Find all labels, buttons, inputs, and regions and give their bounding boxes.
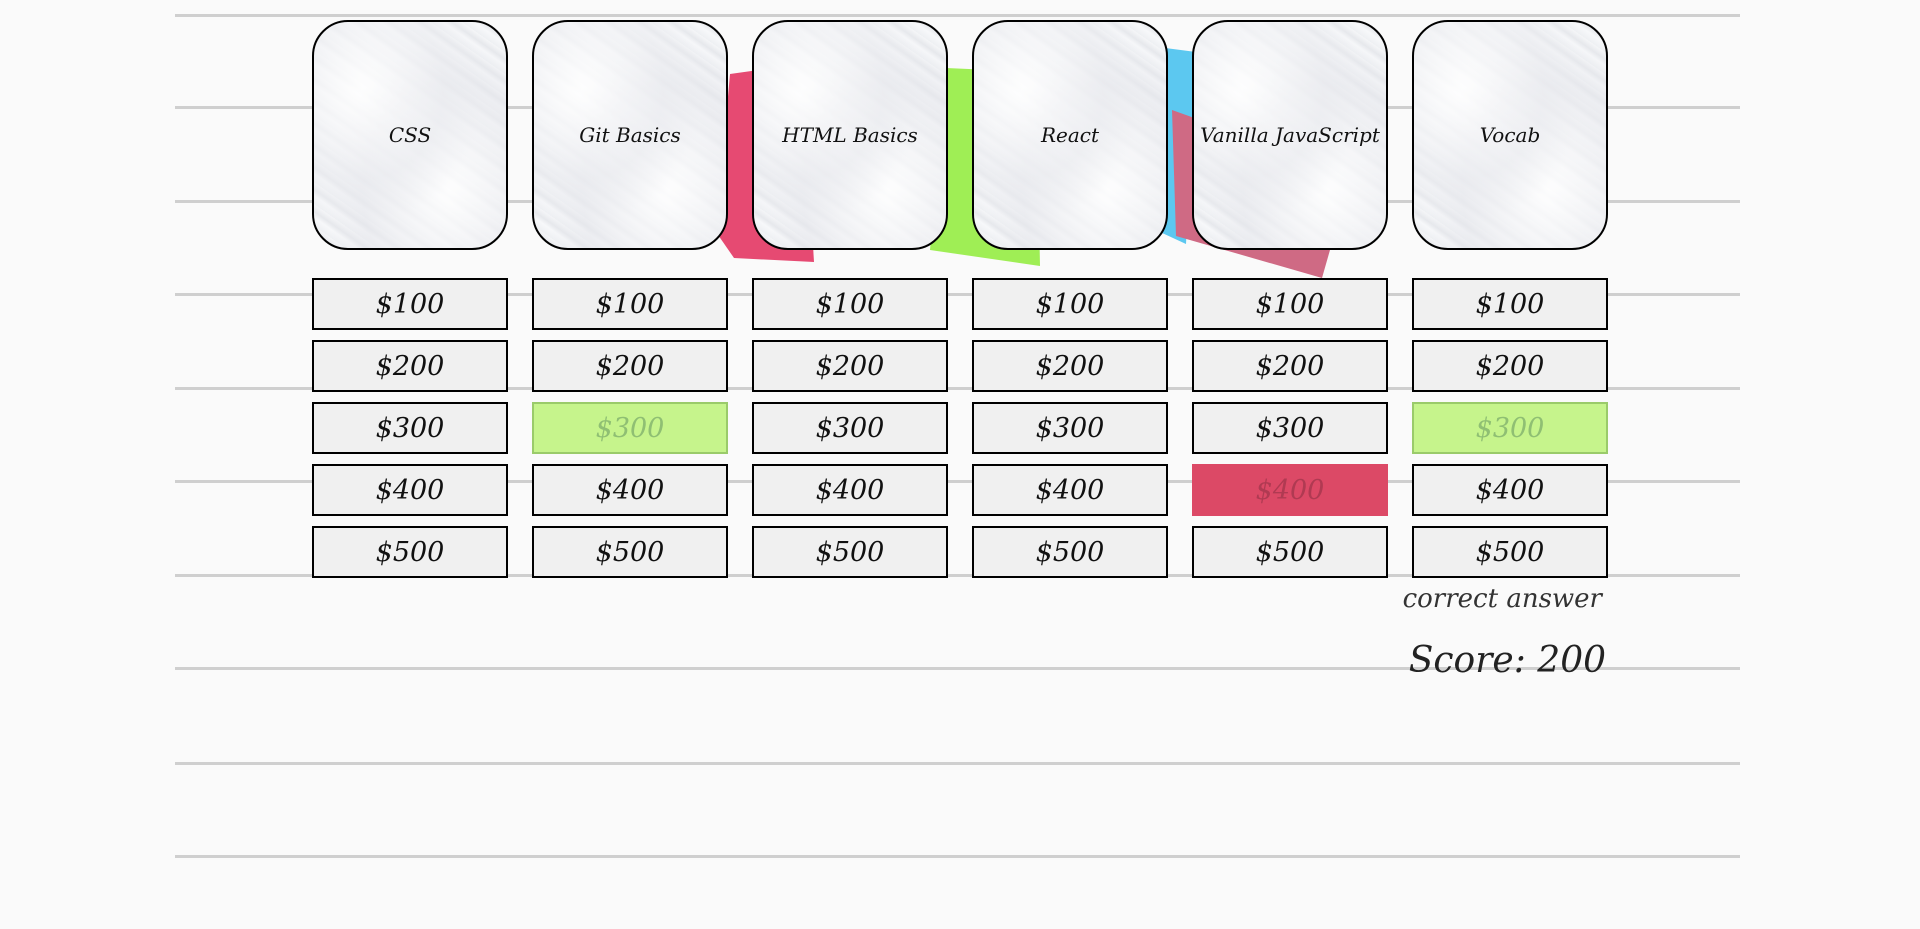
- category-card: CSS: [312, 20, 508, 250]
- clue-list: $100 $200 $300 $400 $500: [1192, 278, 1388, 578]
- category-title: Vocab: [1479, 123, 1541, 147]
- clue-tile[interactable]: $100: [312, 278, 508, 330]
- clue-list: $100 $200 $300 $400 $500: [532, 278, 728, 578]
- score-display: Score: 200: [1408, 640, 1606, 681]
- category-column: CSS $100 $200 $300 $400 $500: [312, 20, 508, 578]
- clue-tile[interactable]: $500: [972, 526, 1168, 578]
- clue-tile[interactable]: $200: [1412, 340, 1608, 392]
- clue-tile[interactable]: $200: [752, 340, 948, 392]
- clue-tile[interactable]: $200: [312, 340, 508, 392]
- game-board: CSS $100 $200 $300 $400 $500 Git Basics $100 $20…: [312, 20, 1608, 578]
- clue-list: $100 $200 $300 $400 $500: [752, 278, 948, 578]
- category-title: Git Basics: [579, 123, 681, 147]
- clue-tile[interactable]: $200: [532, 340, 728, 392]
- answer-feedback: correct answer: [1402, 584, 1602, 614]
- clue-tile[interactable]: $200: [972, 340, 1168, 392]
- category-title: React: [1040, 123, 1100, 147]
- clue-tile[interactable]: $300: [312, 402, 508, 454]
- category-title: HTML Basics: [782, 123, 918, 147]
- clue-tile[interactable]: $300: [1412, 402, 1608, 454]
- clue-tile[interactable]: $500: [1192, 526, 1388, 578]
- clue-tile[interactable]: $100: [1412, 278, 1608, 330]
- clue-tile[interactable]: $300: [1192, 402, 1388, 454]
- category-card: React: [972, 20, 1168, 250]
- category-column: Git Basics $100 $200 $300 $400 $500: [532, 20, 728, 578]
- clue-tile[interactable]: $400: [1412, 464, 1608, 516]
- clue-tile[interactable]: $300: [532, 402, 728, 454]
- clue-tile[interactable]: $400: [752, 464, 948, 516]
- clue-tile[interactable]: $100: [1192, 278, 1388, 330]
- clue-tile[interactable]: $300: [972, 402, 1168, 454]
- clue-tile[interactable]: $400: [312, 464, 508, 516]
- clue-tile[interactable]: $100: [532, 278, 728, 330]
- category-title: CSS: [388, 123, 432, 147]
- category-column: React $100 $200 $300 $400 $500: [972, 20, 1168, 578]
- clue-tile[interactable]: $500: [752, 526, 948, 578]
- clue-tile[interactable]: $200: [1192, 340, 1388, 392]
- category-column: Vocab $100 $200 $300 $400 $500: [1412, 20, 1608, 578]
- category-column: Vanilla JavaScript $100 $200 $300 $400 $500: [1192, 20, 1388, 578]
- clue-list: $100 $200 $300 $400 $500: [972, 278, 1168, 578]
- clue-tile[interactable]: $300: [752, 402, 948, 454]
- category-card: Vanilla JavaScript: [1192, 20, 1388, 250]
- clue-list: $100 $200 $300 $400 $500: [312, 278, 508, 578]
- clue-tile[interactable]: $400: [972, 464, 1168, 516]
- clue-tile[interactable]: $100: [972, 278, 1168, 330]
- clue-tile[interactable]: $500: [1412, 526, 1608, 578]
- clue-list: $100 $200 $300 $400 $500: [1412, 278, 1608, 578]
- clue-tile[interactable]: $400: [532, 464, 728, 516]
- category-column: HTML Basics $100 $200 $300 $400 $500: [752, 20, 948, 578]
- clue-tile[interactable]: $400: [1192, 464, 1388, 516]
- category-title: Vanilla JavaScript: [1200, 123, 1380, 147]
- category-card: Vocab: [1412, 20, 1608, 250]
- clue-tile[interactable]: $100: [752, 278, 948, 330]
- category-card: Git Basics: [532, 20, 728, 250]
- clue-tile[interactable]: $500: [532, 526, 728, 578]
- clue-tile[interactable]: $500: [312, 526, 508, 578]
- category-card: HTML Basics: [752, 20, 948, 250]
